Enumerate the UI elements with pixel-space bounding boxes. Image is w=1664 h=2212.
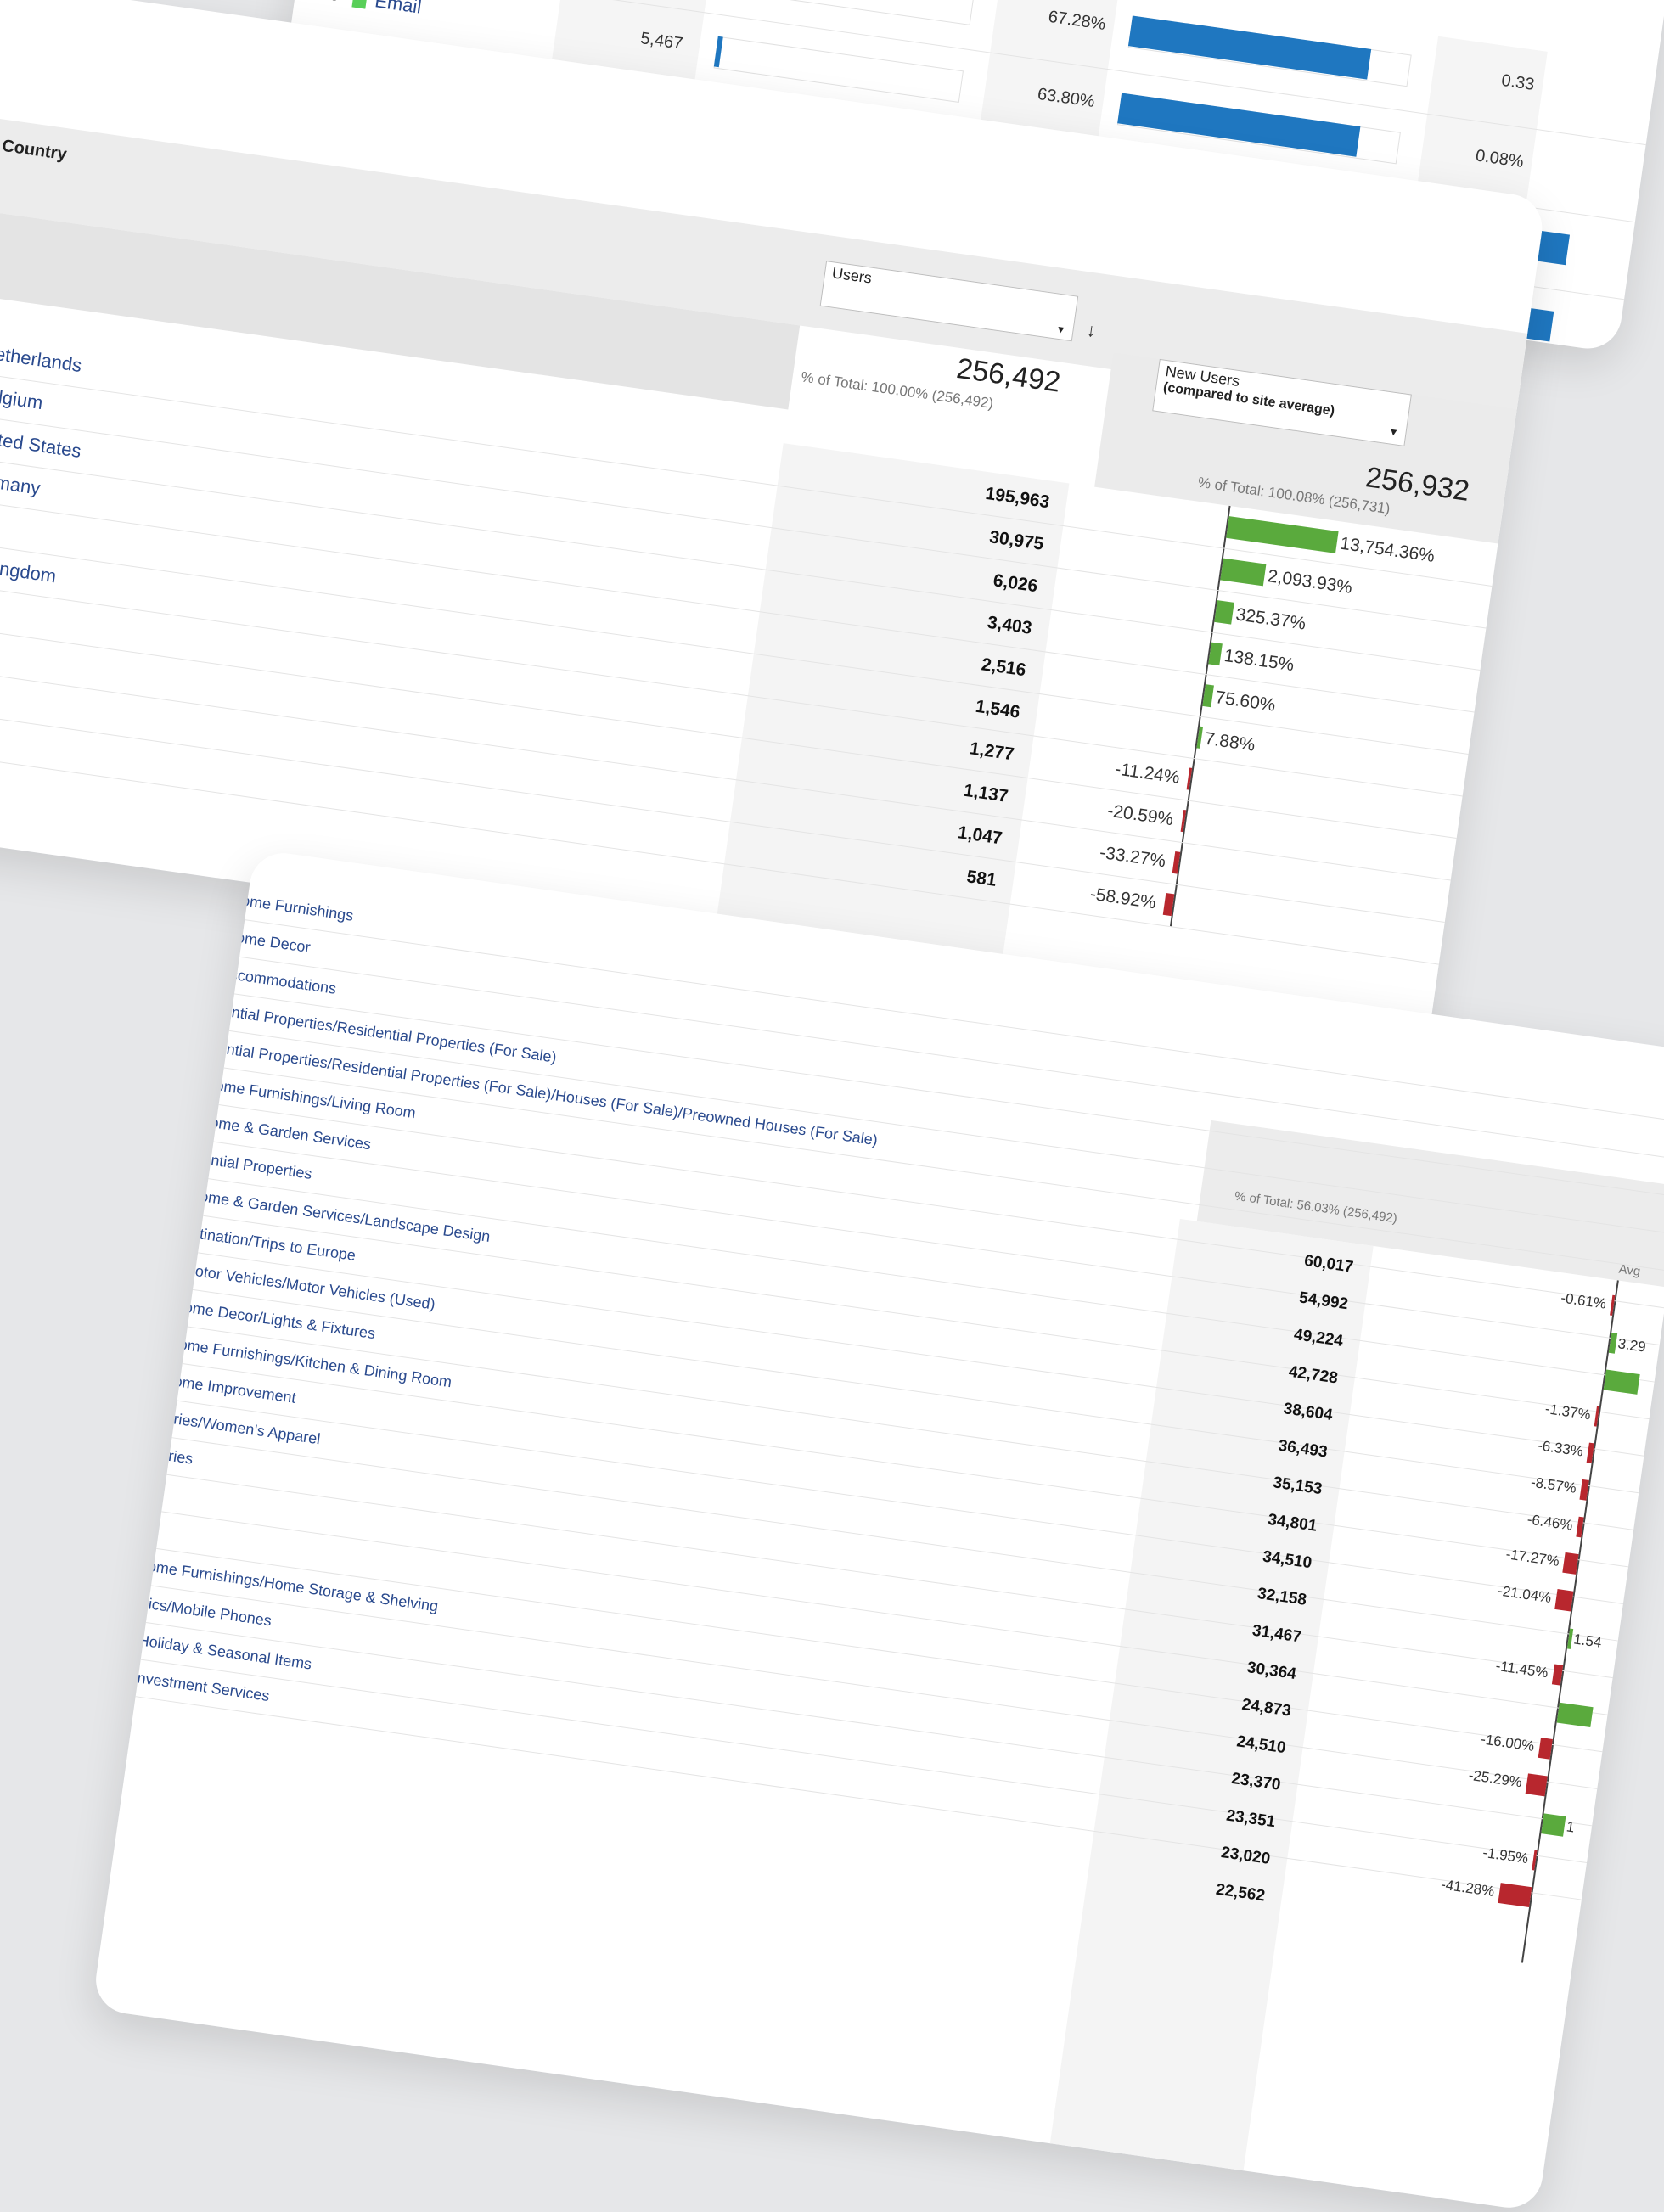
pct2-value: 0.08% [1474, 146, 1525, 172]
country-link[interactable]: Belgium [0, 383, 44, 414]
pct2-value: 0.33 [1500, 70, 1536, 94]
chevron-down-icon: ▼ [1054, 323, 1067, 337]
country-link[interactable]: United States [0, 425, 82, 463]
affinity-category-link[interactable]: Home Decor [224, 927, 312, 957]
affinity-rows: Home Furnishings Home Decor Accommodations… [92, 849, 1664, 2212]
pct1-value: 67.28% [1047, 7, 1107, 35]
affinity-compare-bar [1525, 1773, 1548, 1797]
pct1-value: 63.80% [1036, 84, 1096, 112]
new-users-bar [1214, 600, 1234, 625]
affinity-compare-bar [1554, 1589, 1574, 1612]
new-users-compare: 138.15% [1223, 645, 1296, 676]
new-users-compare: 13,754.36% [1339, 533, 1436, 567]
users-metric-label: Users [830, 264, 874, 287]
new-users-compare: -58.92% [1088, 884, 1158, 913]
new-users-bar [1186, 767, 1193, 790]
country-link[interactable]: ted Kingdom [0, 551, 58, 587]
new-users-bar [1172, 851, 1181, 874]
affinity-panel: % of Total: 56.03% (256,492) Avg Home Fu… [91, 849, 1664, 2212]
pct1-bar [1127, 15, 1371, 80]
row-index: 6 [329, 0, 340, 6]
new-users-bar [1162, 893, 1175, 917]
affinity-compare-bar [1562, 1552, 1579, 1575]
affinity-compare-bar [1498, 1883, 1532, 1908]
series-swatch [351, 0, 368, 9]
new-users-compare: -33.27% [1098, 842, 1167, 872]
new-users-bar [1208, 642, 1223, 666]
new-users-bar [1196, 726, 1204, 749]
affinity-category-link[interactable]: sories [151, 1445, 194, 1468]
new-users-compare: 7.88% [1203, 728, 1256, 755]
country-link[interactable]: Netherlands [0, 341, 83, 377]
new-users-bar [1220, 558, 1267, 587]
new-users-compare: -11.24% [1113, 759, 1181, 788]
country-link[interactable]: Germany [0, 467, 42, 499]
new-users-compare: 325.37% [1234, 604, 1307, 634]
channel-link[interactable]: Email [374, 0, 423, 19]
new-users-bar [1226, 516, 1339, 553]
new-users-compare: -20.59% [1105, 800, 1175, 830]
channel-value: 5,467 [639, 29, 684, 53]
new-users-compare: 75.60% [1214, 687, 1277, 716]
new-users-bar [1202, 684, 1214, 708]
new-users-compare: 2,093.93% [1266, 566, 1354, 598]
new-users-bar [1180, 809, 1187, 833]
